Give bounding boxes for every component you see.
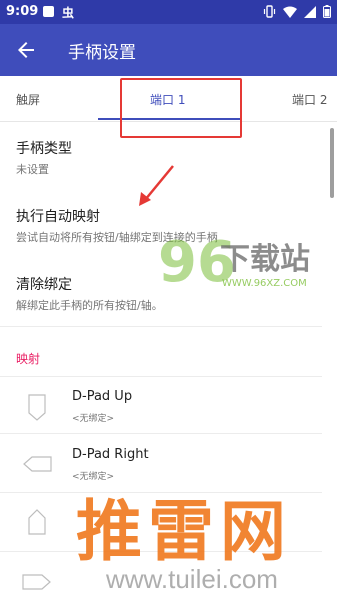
tab-touchscreen[interactable]: 触屏 — [16, 91, 40, 108]
watermark-url: www.tuilei.com — [106, 564, 278, 594]
pref-title: 手柄类型 — [16, 141, 72, 157]
mapping-row-dpad-up[interactable]: D-Pad Up <无绑定> — [0, 376, 322, 434]
app-notification-icon: 虫 — [62, 6, 75, 20]
mapping-title: D-Pad Right — [72, 447, 149, 462]
pref-controller-type[interactable]: 手柄类型 未设置 — [16, 138, 72, 177]
pref-subtitle: 未设置 — [16, 163, 49, 176]
page-title: 手柄设置 — [68, 43, 136, 63]
section-header-mapping: 映射 — [16, 352, 41, 366]
dpad-up-icon — [28, 394, 46, 421]
mapping-binding: <无绑定> — [72, 414, 115, 424]
dpad-right-icon — [23, 456, 52, 472]
pref-subtitle: 解绑定此手柄的所有按钮/轴。 — [16, 299, 163, 312]
scrollbar[interactable] — [330, 128, 334, 198]
notification-square-icon — [43, 6, 54, 17]
vibrate-icon — [263, 5, 276, 18]
back-arrow-icon[interactable] — [14, 38, 38, 62]
tab-port-1[interactable]: 端口 1 — [150, 91, 185, 108]
watermark-text: 推雷网 — [76, 493, 292, 570]
divider — [0, 326, 322, 327]
pref-title: 执行自动映射 — [16, 209, 100, 225]
tab-bar: 触屏 端口 1 端口 2 — [0, 76, 337, 122]
pref-title: 清除绑定 — [16, 277, 72, 293]
signal-icon — [304, 5, 316, 18]
status-icons — [263, 5, 331, 18]
wifi-icon — [283, 6, 297, 18]
annotation-arrow-icon — [139, 165, 174, 206]
watermark-tuilei: 推雷网 www.tuilei.com — [66, 478, 337, 600]
dpad-left-icon — [22, 574, 51, 590]
pref-clear-bindings[interactable]: 清除绑定 解绑定此手柄的所有按钮/轴。 — [16, 274, 163, 313]
watermark-text: 下载站 — [220, 242, 310, 277]
battery-icon — [323, 5, 331, 18]
status-bar: 9:09 虫 — [0, 0, 337, 24]
watermark-96xz: 96 下载站 WWW.96XZ.COM — [158, 230, 333, 300]
mapping-title: D-Pad Up — [72, 389, 133, 404]
watermark-url: WWW.96XZ.COM — [222, 278, 307, 289]
status-time: 9:09 — [6, 4, 39, 19]
tab-selected-indicator — [98, 118, 240, 120]
app-bar: 手柄设置 — [0, 24, 337, 76]
tab-port-2[interactable]: 端口 2 — [292, 91, 327, 108]
dpad-down-icon — [28, 509, 46, 535]
